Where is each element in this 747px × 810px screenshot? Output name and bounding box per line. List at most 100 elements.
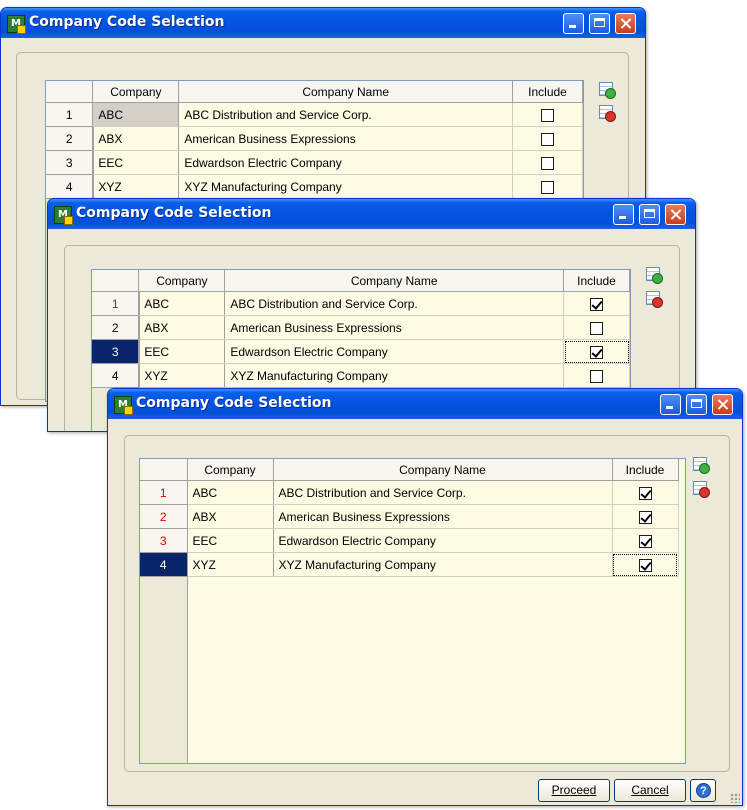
- company-name-column-header[interactable]: Company Name: [224, 270, 565, 292]
- check-all-icon[interactable]: [599, 82, 616, 99]
- app-icon: M: [7, 15, 26, 34]
- table-row[interactable]: 2 ABX American Business Expressions: [46, 126, 583, 151]
- row-number: 4: [92, 363, 140, 388]
- help-button[interactable]: ?: [690, 779, 716, 802]
- resize-grip[interactable]: [730, 793, 740, 803]
- include-cell[interactable]: [512, 102, 583, 127]
- company-code-cell[interactable]: EEC: [138, 339, 226, 364]
- company-code-cell[interactable]: ABC: [92, 102, 180, 127]
- row-number-header: [46, 81, 94, 103]
- include-cell[interactable]: [512, 150, 583, 175]
- include-checkbox[interactable]: [590, 345, 604, 359]
- table-row[interactable]: 4 XYZ XYZ Manufacturing Company: [46, 174, 583, 199]
- check-all-icon[interactable]: [693, 457, 710, 474]
- include-checkbox[interactable]: [541, 156, 555, 170]
- company-name-cell[interactable]: Edwardson Electric Company: [224, 339, 565, 364]
- company-code-cell[interactable]: ABC: [138, 291, 226, 316]
- company-code-cell[interactable]: ABC: [187, 480, 274, 505]
- table-row[interactable]: 1 ABC ABC Distribution and Service Corp.: [140, 480, 679, 505]
- company-grid[interactable]: Company Company Name Include 1 ABC ABC D…: [139, 458, 686, 764]
- proceed-button[interactable]: Proceed: [538, 779, 610, 802]
- include-cell[interactable]: [612, 528, 679, 553]
- company-table: Company Company Name Include 1 ABC ABC D…: [140, 459, 679, 577]
- company-column-header[interactable]: Company: [138, 270, 226, 292]
- close-button[interactable]: [615, 13, 636, 34]
- company-column-header[interactable]: Company: [92, 81, 180, 103]
- table-row[interactable]: 3 EEC Edwardson Electric Company: [140, 528, 679, 553]
- minimize-button[interactable]: [563, 13, 584, 34]
- company-code-cell[interactable]: XYZ: [187, 552, 274, 577]
- company-code-cell[interactable]: XYZ: [92, 174, 180, 199]
- include-cell[interactable]: [563, 363, 630, 388]
- row-number: 3: [92, 339, 140, 364]
- include-cell[interactable]: [612, 504, 679, 529]
- include-checkbox[interactable]: [638, 534, 652, 548]
- include-checkbox[interactable]: [638, 558, 652, 572]
- include-checkbox[interactable]: [638, 486, 652, 500]
- company-name-column-header[interactable]: Company Name: [273, 459, 613, 481]
- table-row[interactable]: 3 EEC Edwardson Electric Company: [46, 150, 583, 175]
- company-name-cell[interactable]: ABC Distribution and Service Corp.: [224, 291, 565, 316]
- include-column-header[interactable]: Include: [512, 81, 583, 103]
- include-checkbox[interactable]: [638, 510, 652, 524]
- table-row[interactable]: 4 XYZ XYZ Manufacturing Company: [92, 363, 630, 388]
- include-cell[interactable]: [612, 552, 679, 577]
- title-bar[interactable]: M Company Code Selection: [108, 389, 742, 419]
- include-checkbox[interactable]: [590, 297, 604, 311]
- include-cell[interactable]: [563, 315, 630, 340]
- include-cell[interactable]: [612, 480, 679, 505]
- company-table: Company Company Name Include 1 ABC ABC D…: [92, 270, 630, 388]
- company-code-cell[interactable]: ABX: [138, 315, 226, 340]
- include-checkbox[interactable]: [590, 321, 604, 335]
- company-column-header[interactable]: Company: [187, 459, 274, 481]
- include-checkbox[interactable]: [541, 132, 555, 146]
- include-checkbox[interactable]: [541, 180, 555, 194]
- company-code-cell[interactable]: ABX: [92, 126, 180, 151]
- company-code-cell[interactable]: EEC: [187, 528, 274, 553]
- include-cell[interactable]: [512, 126, 583, 151]
- title-bar[interactable]: M Company Code Selection: [48, 199, 695, 229]
- uncheck-all-icon[interactable]: [599, 105, 616, 122]
- close-button[interactable]: [665, 204, 686, 225]
- include-column-header[interactable]: Include: [563, 270, 630, 292]
- include-cell[interactable]: [512, 174, 583, 199]
- table-row[interactable]: 1 ABC ABC Distribution and Service Corp.: [46, 102, 583, 127]
- company-name-cell[interactable]: Edwardson Electric Company: [178, 150, 514, 175]
- company-name-cell[interactable]: XYZ Manufacturing Company: [224, 363, 565, 388]
- maximize-button[interactable]: [589, 13, 610, 34]
- include-cell[interactable]: [563, 339, 630, 364]
- table-row[interactable]: 2 ABX American Business Expressions: [92, 315, 630, 340]
- include-column-header[interactable]: Include: [612, 459, 679, 481]
- company-code-cell[interactable]: XYZ: [138, 363, 226, 388]
- table-row[interactable]: 4 XYZ XYZ Manufacturing Company: [140, 552, 679, 577]
- table-row[interactable]: 3 EEC Edwardson Electric Company: [92, 339, 630, 364]
- company-name-cell[interactable]: XYZ Manufacturing Company: [178, 174, 514, 199]
- uncheck-all-icon[interactable]: [693, 481, 710, 498]
- close-button[interactable]: [712, 394, 733, 415]
- row-number: 1: [46, 102, 94, 127]
- company-name-cell[interactable]: XYZ Manufacturing Company: [273, 552, 613, 577]
- company-name-column-header[interactable]: Company Name: [178, 81, 514, 103]
- company-name-cell[interactable]: ABC Distribution and Service Corp.: [178, 102, 514, 127]
- title-bar[interactable]: M Company Code Selection: [1, 8, 645, 38]
- uncheck-all-icon[interactable]: [646, 291, 663, 308]
- company-name-cell[interactable]: American Business Expressions: [273, 504, 613, 529]
- table-row[interactable]: 2 ABX American Business Expressions: [140, 504, 679, 529]
- cancel-button[interactable]: Cancel: [614, 779, 686, 802]
- company-name-cell[interactable]: American Business Expressions: [178, 126, 514, 151]
- include-checkbox[interactable]: [541, 108, 555, 122]
- include-checkbox[interactable]: [590, 369, 604, 383]
- maximize-button[interactable]: [686, 394, 707, 415]
- company-name-cell[interactable]: Edwardson Electric Company: [273, 528, 613, 553]
- table-row[interactable]: 1 ABC ABC Distribution and Service Corp.: [92, 291, 630, 316]
- include-cell[interactable]: [563, 291, 630, 316]
- cancel-button-label: Cancel: [631, 783, 669, 797]
- minimize-button[interactable]: [660, 394, 681, 415]
- minimize-button[interactable]: [613, 204, 634, 225]
- company-name-cell[interactable]: American Business Expressions: [224, 315, 565, 340]
- company-code-cell[interactable]: ABX: [187, 504, 274, 529]
- check-all-icon[interactable]: [646, 267, 663, 284]
- company-code-cell[interactable]: EEC: [92, 150, 180, 175]
- company-name-cell[interactable]: ABC Distribution and Service Corp.: [273, 480, 613, 505]
- maximize-button[interactable]: [639, 204, 660, 225]
